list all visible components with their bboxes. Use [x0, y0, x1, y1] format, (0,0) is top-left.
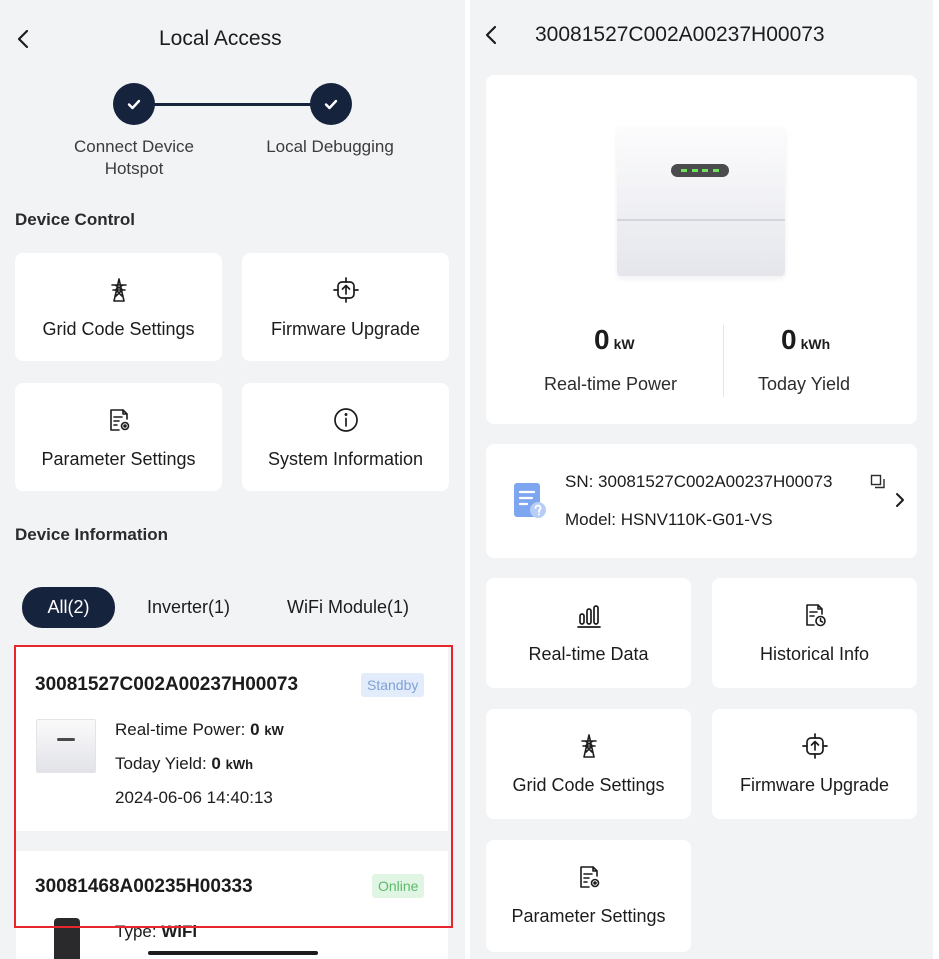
bar-chart-icon	[574, 600, 604, 630]
grid-tower-icon	[104, 275, 134, 305]
parameter-settings-button[interactable]: Parameter Settings	[486, 840, 691, 952]
parameter-settings-button[interactable]: Parameter Settings	[15, 383, 222, 491]
historical-info-label: Historical Info	[759, 644, 870, 664]
device-detail-screen: 30081527C002A00237H00073 0 kW Real-time P…	[470, 0, 933, 959]
local-access-screen: Local Access Connect Device Hotspot Loca…	[0, 0, 465, 959]
filter-inverter-tab[interactable]: Inverter(1)	[147, 597, 230, 618]
realtime-data-label: Real-time Data	[528, 644, 649, 664]
info-icon	[331, 405, 361, 435]
step-1-check-icon	[113, 83, 155, 125]
today-yield-unit: kWh	[800, 336, 831, 352]
inverter-seam	[617, 219, 785, 221]
step-1-label-line2: Hotspot	[104, 159, 164, 178]
grid-code-settings-label: Grid Code Settings	[512, 775, 665, 795]
grid-tower-icon	[574, 731, 604, 761]
parameter-settings-icon	[574, 862, 604, 892]
system-information-label: System Information	[267, 449, 424, 469]
back-arrow-icon[interactable]	[480, 24, 502, 46]
realtime-power-number: 0	[594, 324, 610, 355]
device-sn-title: 30081527C002A00237H00073	[535, 23, 825, 46]
grid-code-settings-button[interactable]: Grid Code Settings	[15, 253, 222, 361]
back-arrow-icon[interactable]	[12, 28, 34, 50]
parameter-settings-label: Parameter Settings	[41, 449, 196, 469]
device-info-card[interactable]	[486, 444, 917, 558]
parameter-settings-icon	[104, 405, 134, 435]
firmware-upgrade-button[interactable]: Firmware Upgrade	[712, 709, 917, 819]
copy-icon[interactable]	[870, 474, 886, 490]
device-document-icon	[512, 481, 548, 521]
home-indicator	[148, 951, 318, 955]
metrics-divider	[723, 325, 724, 397]
sn-line: SN: 30081527C002A00237H00073	[565, 472, 833, 491]
system-information-button[interactable]: System Information	[242, 383, 449, 491]
firmware-upgrade-button[interactable]: Firmware Upgrade	[242, 253, 449, 361]
inverter-led-strip	[671, 164, 729, 177]
today-yield-value: 0 kWh	[781, 324, 830, 356]
history-document-icon	[800, 600, 830, 630]
grid-code-settings-label: Grid Code Settings	[42, 319, 195, 339]
step-2-check-icon	[310, 83, 352, 125]
filter-all-tab[interactable]: All(2)	[22, 587, 115, 628]
step-1-label: Connect Device Hotspot	[54, 136, 214, 180]
today-yield-label: Today Yield	[758, 374, 851, 394]
right-edge-margin	[933, 0, 939, 959]
stepper-connector	[154, 103, 312, 106]
chevron-right-icon[interactable]	[894, 491, 906, 509]
today-yield-number: 0	[781, 324, 797, 355]
historical-info-button[interactable]: Historical Info	[712, 578, 917, 688]
realtime-power-value: 0 kW	[594, 324, 635, 356]
page-title: Local Access	[159, 27, 282, 50]
parameter-settings-label: Parameter Settings	[511, 906, 666, 926]
device-control-title: Device Control	[15, 210, 135, 229]
realtime-power-unit: kW	[613, 336, 635, 352]
realtime-data-button[interactable]: Real-time Data	[486, 578, 691, 688]
inverter-image	[617, 126, 785, 276]
firmware-upgrade-label: Firmware Upgrade	[270, 319, 421, 339]
device-information-title: Device Information	[15, 525, 169, 544]
firmware-upgrade-icon	[800, 731, 830, 761]
step-1-label-line1: Connect Device	[73, 137, 194, 156]
device-list-highlight	[14, 645, 453, 928]
model-line: Model: HSNV110K-G01-VS	[565, 510, 773, 529]
filter-wifi-module-tab[interactable]: WiFi Module(1)	[287, 597, 409, 618]
grid-code-settings-button[interactable]: Grid Code Settings	[486, 709, 691, 819]
firmware-upgrade-icon	[331, 275, 361, 305]
realtime-power-label: Real-time Power	[544, 374, 678, 394]
step-2-label: Local Debugging	[266, 137, 394, 156]
firmware-upgrade-label: Firmware Upgrade	[739, 775, 890, 795]
